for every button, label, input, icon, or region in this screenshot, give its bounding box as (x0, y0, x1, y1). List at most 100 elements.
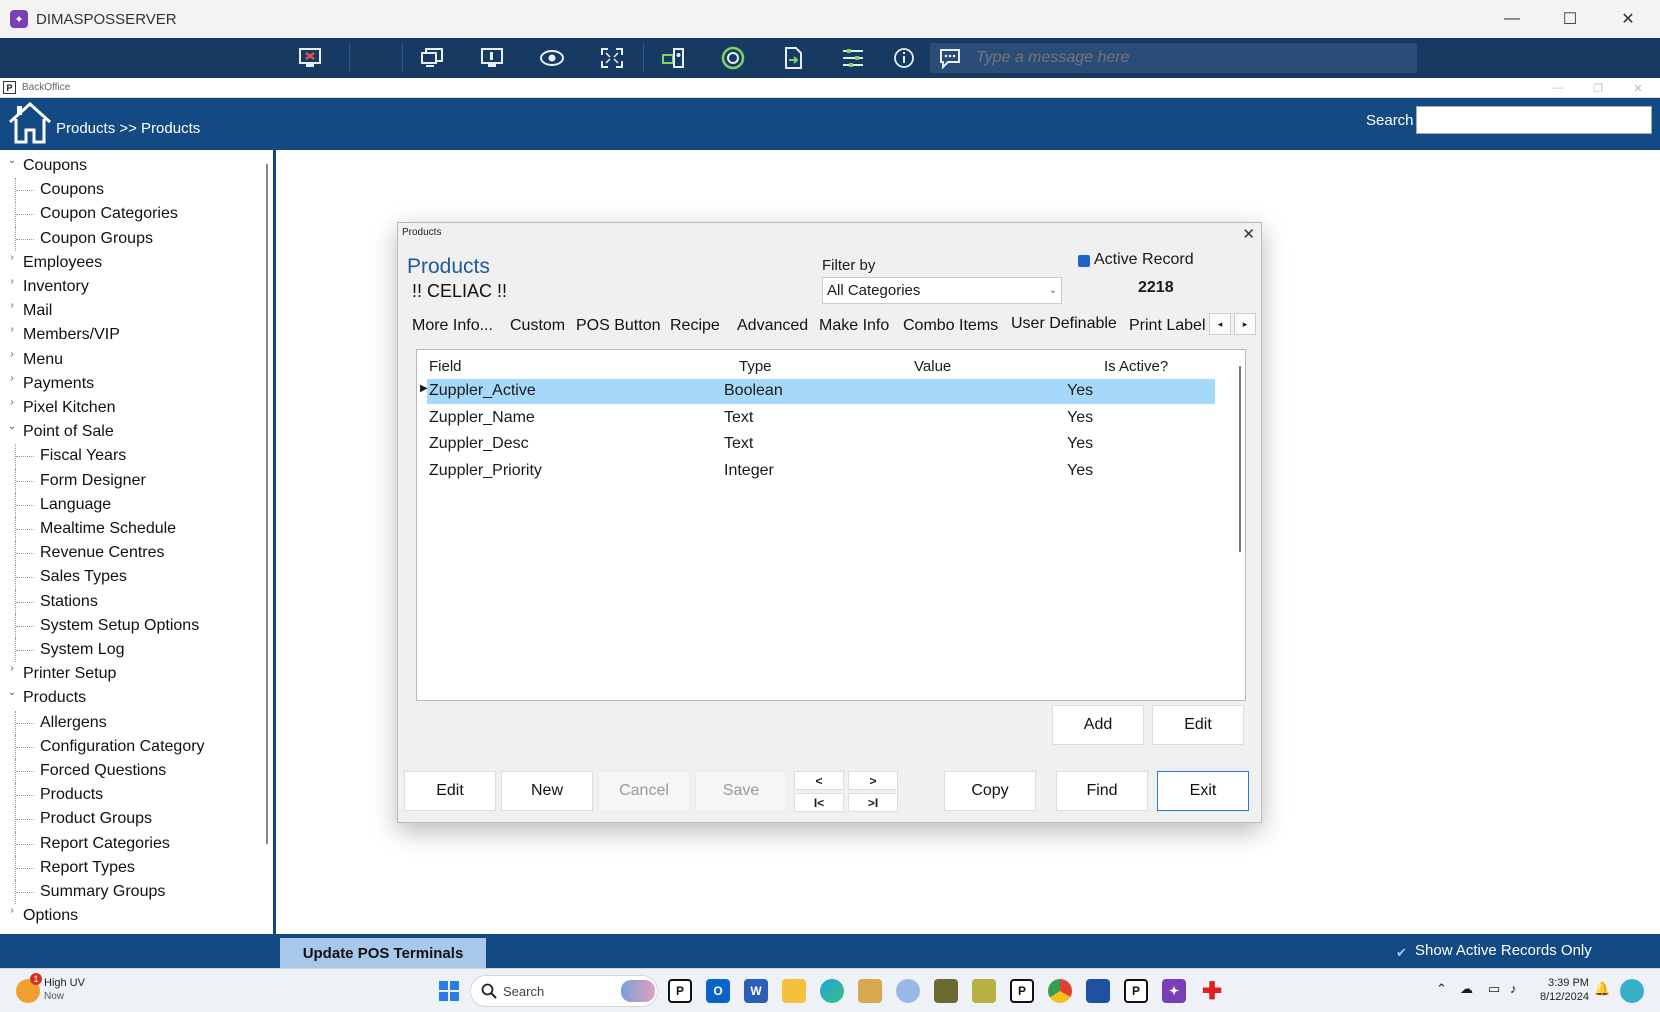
new-button[interactable]: New (501, 771, 593, 811)
app-icon[interactable] (1086, 979, 1110, 1003)
sidebar-item[interactable]: Mealtime Schedule (40, 517, 176, 541)
cloud-icon[interactable]: ☁ (1460, 981, 1473, 997)
column-header-is-active[interactable]: Is Active? (1104, 358, 1168, 375)
sidebar-item[interactable]: Revenue Centres (40, 541, 165, 565)
tab-advanced[interactable]: Advanced (737, 317, 808, 335)
collapse-icon[interactable]: ⌄ (7, 155, 17, 166)
edit-button[interactable]: Edit (404, 771, 496, 811)
settings-icon[interactable] (838, 44, 868, 72)
app-icon[interactable]: ✚ (1200, 978, 1224, 1005)
word-icon[interactable]: W (744, 979, 768, 1003)
sidebar-item[interactable]: System Setup Options (40, 614, 199, 638)
remote-app-icon[interactable]: ✦ (1162, 979, 1186, 1003)
copilot-icon[interactable] (1620, 979, 1644, 1003)
record-icon[interactable] (718, 44, 748, 72)
network-icon[interactable]: ▭ (1488, 981, 1500, 997)
inner-restore-button[interactable]: ❐ (1581, 78, 1615, 98)
monitor-icon[interactable] (477, 44, 507, 72)
edge-icon[interactable] (820, 979, 844, 1003)
find-button[interactable]: Find (1056, 771, 1148, 811)
sidebar-item[interactable]: Report Categories (40, 832, 170, 856)
edit-field-button[interactable]: Edit (1152, 705, 1244, 745)
expand-icon[interactable]: › (7, 397, 17, 408)
column-header-value[interactable]: Value (914, 358, 951, 375)
view-only-icon[interactable] (537, 44, 567, 72)
tab-combo-items[interactable]: Combo Items (903, 317, 998, 335)
sidebar-item[interactable]: Allergens (40, 711, 107, 735)
add-field-button[interactable]: Add (1052, 705, 1144, 745)
expand-icon[interactable]: › (7, 324, 17, 335)
sidebar-item[interactable]: Fiscal Years (40, 444, 126, 468)
grid-cell[interactable]: Yes (1067, 382, 1093, 400)
chrome-icon[interactable] (1048, 979, 1072, 1003)
pos-app-icon[interactable]: P (1124, 979, 1148, 1003)
app-icon[interactable] (858, 979, 882, 1003)
taskbar-search[interactable]: Search (470, 975, 658, 1007)
sidebar-item[interactable]: Stations (40, 590, 98, 614)
sidebar-item[interactable]: Coupon Groups (40, 227, 153, 251)
home-icon[interactable] (8, 101, 52, 144)
first-record-button[interactable]: I< (794, 793, 844, 812)
sidebar-item[interactable]: Point of Sale (23, 420, 114, 444)
tab-scroll-left-icon[interactable]: ◂ (1209, 313, 1231, 335)
expand-icon[interactable]: › (7, 905, 17, 916)
copy-button[interactable]: Copy (944, 771, 1036, 811)
sidebar-item[interactable]: Payments (23, 372, 94, 396)
grid-cell[interactable]: Zuppler_Name (429, 409, 535, 427)
update-pos-terminals-button[interactable]: Update POS Terminals (280, 938, 486, 968)
chevron-up-icon[interactable]: ⌃ (1436, 981, 1447, 997)
sidebar-item[interactable]: Summary Groups (40, 880, 165, 904)
outlook-icon[interactable]: O (706, 979, 730, 1003)
app-icon[interactable] (972, 979, 996, 1003)
sidebar-item[interactable]: Forced Questions (40, 759, 166, 783)
save-button[interactable]: Save (695, 771, 787, 811)
next-record-button[interactable]: > (848, 771, 898, 790)
sidebar-scrollbar[interactable] (266, 164, 268, 844)
sidebar-item[interactable]: Language (40, 493, 111, 517)
sidebar-item[interactable]: Form Designer (40, 469, 146, 493)
grid-cell[interactable]: Yes (1067, 462, 1093, 480)
app-icon[interactable] (934, 979, 958, 1003)
grid-cell[interactable]: Yes (1067, 409, 1093, 427)
file-explorer-icon[interactable] (782, 979, 806, 1003)
clock-time[interactable]: 3:39 PM (1548, 977, 1589, 989)
tab-make-info[interactable]: Make Info (819, 317, 889, 335)
search-input[interactable] (1416, 106, 1652, 134)
expand-icon[interactable]: › (7, 373, 17, 384)
grid-cell[interactable]: Text (724, 409, 753, 427)
sidebar-item[interactable]: Configuration Category (40, 735, 205, 759)
sidebar-item[interactable]: Products (23, 686, 86, 710)
tab-user-definable[interactable]: User Definable (1011, 315, 1117, 333)
sidebar-item[interactable]: Report Types (40, 856, 135, 880)
sidebar-item[interactable]: Employees (23, 251, 102, 275)
expand-icon[interactable]: › (7, 663, 17, 674)
sidebar-item[interactable]: Coupons (40, 178, 104, 202)
maximize-button[interactable]: ☐ (1541, 0, 1599, 38)
active-record-checkbox[interactable] (1078, 255, 1090, 267)
volume-icon[interactable]: ♪ (1510, 981, 1517, 996)
grid-cell[interactable]: Zuppler_Active (429, 382, 536, 400)
actions-icon[interactable] (658, 44, 688, 72)
column-header-type[interactable]: Type (739, 358, 772, 375)
sidebar-item[interactable]: Sales Types (40, 565, 127, 589)
expand-icon[interactable]: › (7, 252, 17, 263)
inner-minimize-button[interactable]: — (1541, 78, 1575, 98)
dialog-close-icon[interactable]: ✕ (1242, 225, 1255, 243)
tab-more-info[interactable]: More Info... (412, 317, 493, 335)
pos-app-icon[interactable]: P (1010, 979, 1034, 1003)
grid-cell[interactable]: Integer (724, 462, 774, 480)
exit-button[interactable]: Exit (1157, 771, 1249, 811)
show-active-checkbox[interactable]: ✔ (1396, 945, 1407, 961)
grid-cell[interactable]: Zuppler_Priority (429, 462, 542, 480)
sidebar-item[interactable]: Coupons (23, 154, 87, 178)
sidebar-item[interactable]: Menu (23, 348, 63, 372)
sidebar-item[interactable]: Coupon Categories (40, 202, 178, 226)
grid-cell[interactable]: Zuppler_Desc (429, 435, 529, 453)
collapse-icon[interactable]: ⌄ (7, 687, 17, 698)
expand-icon[interactable]: › (7, 276, 17, 287)
sidebar-item[interactable]: Options (23, 904, 78, 928)
previous-record-button[interactable]: < (794, 771, 844, 790)
sidebar-item[interactable]: Members/VIP (23, 323, 120, 347)
tab-pos-button[interactable]: POS Button (576, 317, 661, 335)
tab-custom[interactable]: Custom (510, 317, 565, 335)
